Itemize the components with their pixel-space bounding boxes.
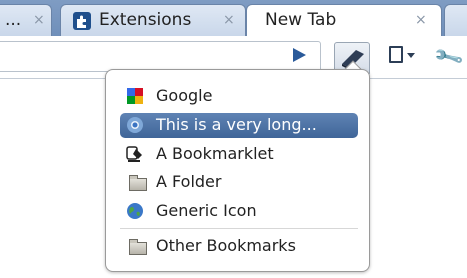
tab-previous[interactable]: ... × <box>0 4 52 36</box>
bookmarklet-icon <box>126 146 142 162</box>
tab-title: Extensions <box>99 10 192 30</box>
folder-icon <box>126 173 147 191</box>
tab-strip: ... × Extensions × New Tab × <box>0 0 467 36</box>
menu-divider <box>120 228 358 229</box>
menu-item-folder[interactable]: A Folder <box>120 170 358 195</box>
menu-item-generic-icon[interactable]: Generic Icon <box>120 199 358 224</box>
chevron-down-icon[interactable] <box>407 53 415 58</box>
bookmarks-menu: Google This is a very long... A Bookmark… <box>105 69 370 272</box>
close-icon[interactable]: × <box>223 12 235 28</box>
tab-title: New Tab <box>265 10 337 30</box>
menu-item-other-bookmarks[interactable]: Other Bookmarks <box>120 234 358 259</box>
page-icon[interactable] <box>389 46 403 63</box>
globe-icon <box>127 203 143 219</box>
menu-item-label: A Folder <box>156 172 222 191</box>
menu-item-label: Google <box>156 86 213 105</box>
chrome-icon <box>127 117 143 133</box>
menu-item-google[interactable]: Google <box>120 84 358 109</box>
tab-title: ... <box>5 10 22 30</box>
close-icon[interactable]: × <box>33 12 45 28</box>
menu-item-label: Other Bookmarks <box>156 236 296 255</box>
close-icon[interactable]: × <box>415 12 427 28</box>
menu-item-label: A Bookmarklet <box>156 144 274 163</box>
menu-item-label: This is a very long... <box>156 115 317 134</box>
tab-next[interactable] <box>444 4 467 36</box>
menu-item-label: Generic Icon <box>156 201 257 220</box>
omnibox[interactable] <box>0 41 321 72</box>
puzzle-icon <box>73 12 91 30</box>
menu-item-bookmarklet[interactable]: A Bookmarklet <box>120 142 358 167</box>
google-icon <box>127 88 143 104</box>
play-arrow-icon[interactable] <box>293 48 306 62</box>
tab-extensions[interactable]: Extensions × <box>60 4 246 36</box>
folder-icon <box>126 237 147 255</box>
menu-item-very-long[interactable]: This is a very long... <box>120 113 358 138</box>
tab-new-tab[interactable]: New Tab × <box>246 4 442 36</box>
